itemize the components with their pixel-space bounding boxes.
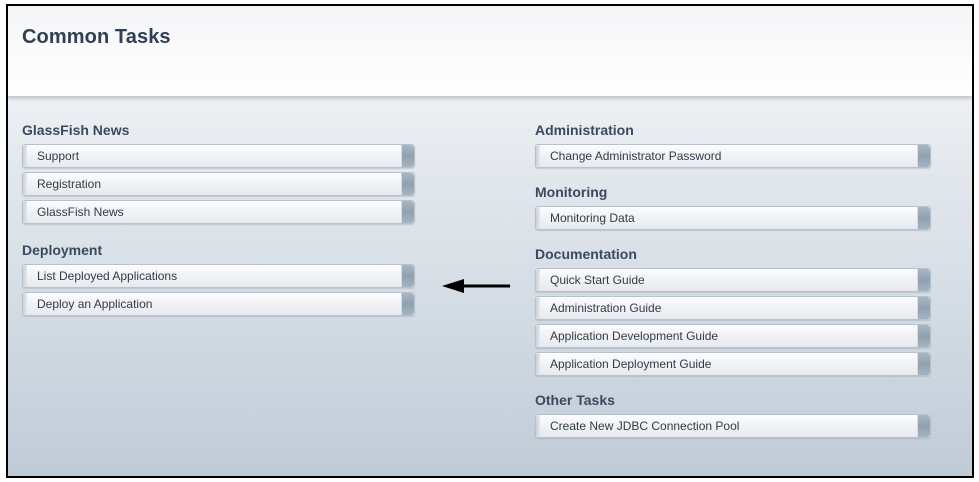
section-deployment: Deployment List Deployed Applications De… — [22, 240, 422, 316]
task-button-create-jdbc-connection-pool[interactable]: Create New JDBC Connection Pool — [535, 414, 931, 438]
right-column: Administration Change Administrator Pass… — [535, 120, 933, 442]
button-end-cap — [917, 145, 930, 167]
section-glassfish-news: GlassFish News Support Registration Glas… — [22, 120, 422, 224]
section-monitoring: Monitoring Monitoring Data — [535, 182, 933, 230]
header-bar: Common Tasks — [8, 6, 972, 97]
section-title-deployment: Deployment — [22, 242, 103, 258]
left-column: GlassFish News Support Registration Glas… — [22, 120, 422, 320]
task-button-label: Quick Start Guide — [550, 273, 645, 287]
section-title-monitoring: Monitoring — [535, 184, 608, 200]
button-end-cap — [917, 415, 930, 437]
task-button-administration-guide[interactable]: Administration Guide — [535, 296, 931, 320]
task-button-application-development-guide[interactable]: Application Development Guide — [535, 324, 931, 348]
section-title-glassfish-news: GlassFish News — [22, 122, 130, 138]
task-button-glassfish-news[interactable]: GlassFish News — [22, 200, 415, 224]
task-button-label: GlassFish News — [37, 205, 124, 219]
task-button-label: Application Development Guide — [550, 329, 719, 343]
section-title-other-tasks: Other Tasks — [535, 392, 615, 408]
section-documentation: Documentation Quick Start Guide Administ… — [535, 244, 933, 376]
section-other-tasks: Other Tasks Create New JDBC Connection P… — [535, 390, 933, 438]
task-button-registration[interactable]: Registration — [22, 172, 415, 196]
task-button-monitoring-data[interactable]: Monitoring Data — [535, 206, 931, 230]
task-button-support[interactable]: Support — [22, 144, 415, 168]
arrow-left-icon — [442, 279, 510, 293]
task-button-label: Application Deployment Guide — [550, 357, 712, 371]
task-button-label: Create New JDBC Connection Pool — [550, 419, 740, 433]
button-end-cap — [917, 297, 930, 319]
button-end-cap — [917, 207, 930, 229]
task-button-quick-start-guide[interactable]: Quick Start Guide — [535, 268, 931, 292]
button-end-cap — [401, 145, 414, 167]
button-end-cap — [917, 269, 930, 291]
task-button-label: Registration — [37, 177, 102, 191]
task-button-label: Monitoring Data — [550, 211, 635, 225]
page-title: Common Tasks — [22, 26, 171, 48]
button-end-cap — [401, 173, 414, 195]
task-button-application-deployment-guide[interactable]: Application Deployment Guide — [535, 352, 931, 376]
task-button-label: Deploy an Application — [37, 297, 153, 311]
button-end-cap — [401, 265, 414, 287]
task-button-label: Support — [37, 149, 80, 163]
task-button-change-admin-password[interactable]: Change Administrator Password — [535, 144, 931, 168]
task-button-label: Administration Guide — [550, 301, 662, 315]
task-button-list-deployed-applications[interactable]: List Deployed Applications — [22, 264, 415, 288]
button-end-cap — [917, 353, 930, 375]
section-title-documentation: Documentation — [535, 246, 637, 262]
task-button-label: Change Administrator Password — [550, 149, 722, 163]
button-end-cap — [401, 293, 414, 315]
task-button-deploy-application[interactable]: Deploy an Application — [22, 292, 415, 316]
task-button-label: List Deployed Applications — [37, 269, 178, 283]
common-tasks-panel: Common Tasks GlassFish News Support Regi… — [6, 4, 974, 478]
section-administration: Administration Change Administrator Pass… — [535, 120, 933, 168]
button-end-cap — [917, 325, 930, 347]
button-end-cap — [401, 201, 414, 223]
section-title-administration: Administration — [535, 122, 634, 138]
